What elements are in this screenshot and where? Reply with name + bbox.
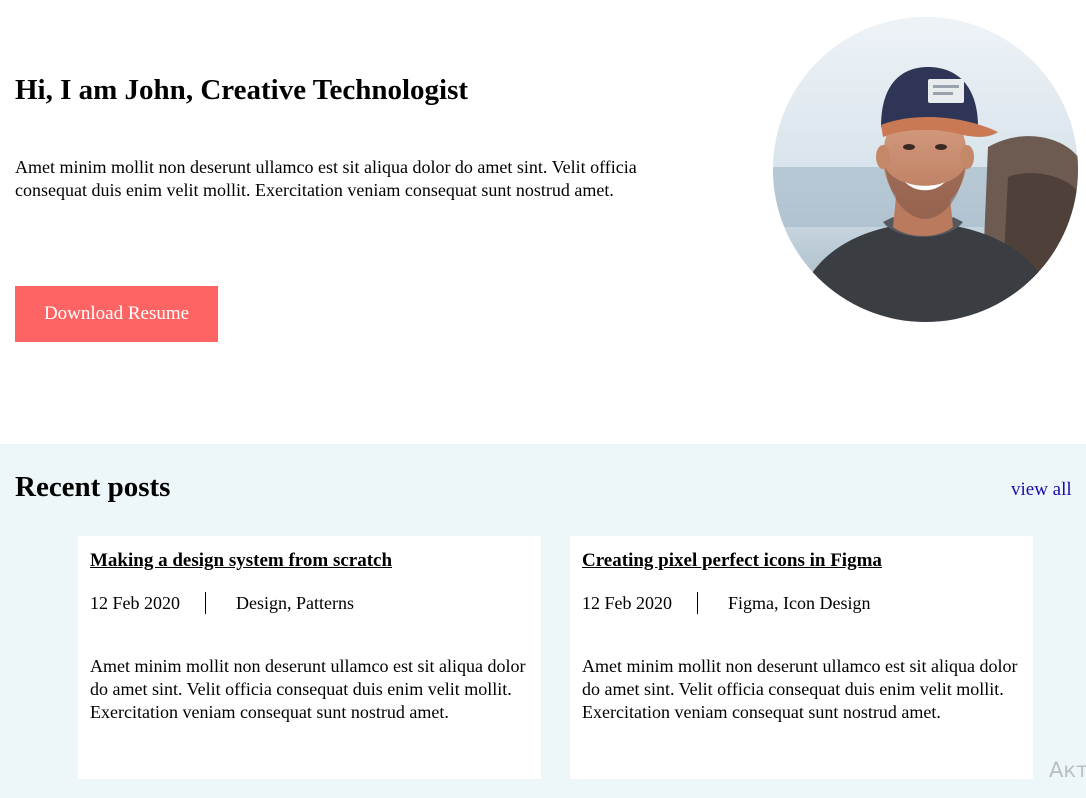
post-meta: 12 Feb 2020 Figma, Icon Design (582, 592, 870, 614)
hero-description: Amet minim mollit non deserunt ullamco e… (15, 157, 637, 200)
post-tags: Design, Patterns (236, 593, 354, 613)
profile-photo (773, 17, 1078, 322)
post-tags: Figma, Icon Design (728, 593, 871, 613)
post-card: Making a design system from scratch 12 F… (78, 536, 541, 779)
post-date: 12 Feb 2020 (582, 593, 672, 613)
post-meta: 12 Feb 2020 Design, Patterns (90, 592, 354, 614)
avatar (773, 17, 1078, 322)
recent-posts-section: Recent posts view all Making a design sy… (0, 444, 1086, 798)
recent-posts-title: Recent posts (15, 471, 171, 503)
os-activation-watermark: Акт (1049, 758, 1086, 782)
post-card: Creating pixel perfect icons in Figma 12… (570, 536, 1033, 779)
view-all-link[interactable]: view all (1011, 479, 1072, 501)
post-excerpt: Amet minim mollit non deserunt ullamco e… (90, 656, 526, 722)
download-resume-button[interactable]: Download Resume (15, 286, 218, 342)
post-excerpt: Amet minim mollit non deserunt ullamco e… (582, 656, 1018, 722)
hero-title: Hi, I am John, Creative Technologist (15, 74, 469, 106)
post-date: 12 Feb 2020 (90, 593, 180, 613)
hero-section: Hi, I am John, Creative Technologist Ame… (0, 0, 1086, 444)
post-title-link[interactable]: Creating pixel perfect icons in Figma (582, 549, 882, 573)
post-title-link[interactable]: Making a design system from scratch (90, 549, 392, 573)
